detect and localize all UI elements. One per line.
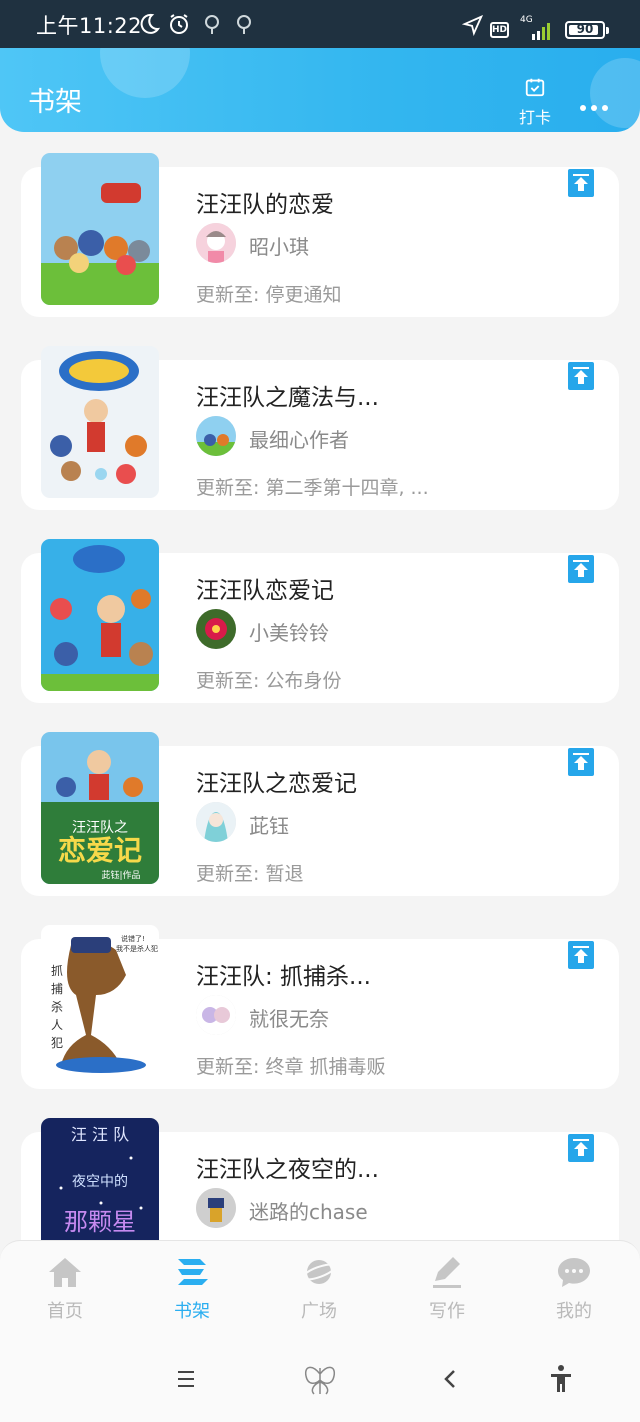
chat-bubble-icon: [558, 1258, 590, 1287]
cover-title: 恋爱记: [58, 834, 142, 867]
pin-top-icon: [573, 367, 589, 384]
planet-icon: [301, 1260, 337, 1284]
app-notification-icon: [237, 15, 251, 34]
svg-text:捕: 捕: [51, 981, 63, 996]
author-avatar: [196, 223, 236, 263]
pen-icon: [433, 1257, 461, 1288]
book-cover: [41, 539, 159, 691]
cover-caption: 说错了!: [121, 934, 145, 943]
system-nav-bar: [0, 1336, 640, 1422]
tab-me[interactable]: 我的: [529, 1255, 619, 1323]
pin-top-icon: [573, 560, 589, 577]
svg-text:人: 人: [51, 1018, 63, 1032]
more-menu-button[interactable]: [580, 96, 613, 115]
checkin-label: 打卡: [518, 108, 551, 127]
page-title: 书架: [28, 87, 82, 118]
book-cover: [41, 346, 159, 498]
author-name: 最细心作者: [249, 428, 349, 452]
author-name: 小美铃铃: [249, 621, 329, 645]
accessibility-icon[interactable]: [548, 1364, 574, 1392]
pin-to-top-button[interactable]: [568, 555, 594, 583]
checkin-button[interactable]: 打卡: [512, 76, 558, 128]
book-title: 汪汪队恋爱记: [196, 578, 334, 604]
battery-icon: 90: [565, 21, 609, 39]
book-title: 汪汪队的恋爱: [196, 192, 334, 218]
author-name: 茈钰: [249, 814, 289, 838]
latest-update: 更新至: 终章 抓捕毒贩: [196, 1056, 386, 1078]
tab-label: 我的: [556, 1301, 592, 1322]
status-time: 上午11:22: [36, 14, 143, 38]
bottom-nav: 首页 书架 广场 写作 我的: [0, 1240, 640, 1337]
tab-home[interactable]: 首页: [20, 1255, 110, 1323]
cover-title: 抓: [51, 964, 63, 978]
book-title: 汪汪队之恋爱记: [196, 771, 357, 797]
pin-to-top-button[interactable]: [568, 1134, 594, 1162]
author-name: 迷路的chase: [249, 1200, 368, 1224]
author-name: 昭小琪: [249, 235, 309, 259]
cover-title: 那颗星: [64, 1208, 136, 1236]
latest-update: 更新至: 停更通知: [196, 284, 342, 306]
book-title: 汪汪队之魔法与...: [196, 385, 379, 411]
author-name: 就很无奈: [249, 1007, 329, 1031]
svg-text:犯: 犯: [51, 1036, 63, 1050]
back-icon[interactable]: [440, 1368, 462, 1390]
alarm-icon: [170, 14, 188, 34]
book-card[interactable]: 汪汪队之魔法与... 最细心作者 更新至: 第二季第十四章, ...: [21, 346, 619, 510]
pin-to-top-button[interactable]: [568, 748, 594, 776]
pin-top-icon: [573, 174, 589, 191]
pin-to-top-button[interactable]: [568, 362, 594, 390]
bookshelf-icon: [178, 1259, 208, 1285]
tab-bookshelf[interactable]: 书架: [147, 1255, 237, 1323]
pin-to-top-button[interactable]: [568, 169, 594, 197]
calendar-check-icon: [525, 78, 545, 97]
status-bar: 上午11:22 HD 4G 90: [0, 0, 640, 48]
book-card[interactable]: 汪汪队之 恋爱记 茈钰|作品 汪汪队之恋爱记 茈钰 更新至: 暂退: [21, 732, 619, 896]
author-avatar: [196, 1188, 236, 1228]
latest-update: 更新至: 暂退: [196, 863, 304, 885]
cover-subtitle: 汪 汪 队: [71, 1125, 129, 1144]
signal-icon: [532, 23, 550, 40]
book-title: 汪汪队之夜空的...: [196, 1157, 379, 1183]
menu-icon[interactable]: [175, 1368, 197, 1390]
latest-update: 更新至: 第二季第十四章, ...: [196, 477, 429, 499]
tab-write[interactable]: 写作: [402, 1255, 492, 1323]
book-cover: 汪汪队之 恋爱记 茈钰|作品: [41, 732, 159, 884]
home-icon: [49, 1258, 81, 1287]
book-card[interactable]: 汪汪队恋爱记 小美铃铃 更新至: 公布身份: [21, 539, 619, 703]
pin-top-icon: [573, 946, 589, 963]
cover-caption: 夜空中的: [72, 1174, 128, 1190]
tab-label: 写作: [429, 1301, 465, 1322]
author-avatar: [196, 609, 236, 649]
battery-level: 90: [576, 22, 594, 36]
svg-text:我不是杀人犯: 我不是杀人犯: [116, 944, 158, 953]
pin-to-top-button[interactable]: [568, 941, 594, 969]
butterfly-home-icon[interactable]: [300, 1360, 340, 1400]
hd-icon: HD: [490, 22, 509, 38]
book-title: 汪汪队: 抓捕杀...: [196, 964, 371, 990]
app-notification-icon: [205, 15, 219, 34]
pin-top-icon: [573, 753, 589, 770]
book-card[interactable]: 抓 捕 杀 人 犯 说错了! 我不是杀人犯 汪汪队: 抓捕杀... 就很无奈 更…: [21, 925, 619, 1089]
cover-credit: 茈钰|作品: [101, 869, 140, 881]
author-avatar: [196, 416, 236, 456]
tab-label: 广场: [301, 1301, 337, 1322]
pin-top-icon: [573, 1139, 589, 1156]
svg-text:杀: 杀: [51, 999, 63, 1014]
author-avatar: [196, 995, 236, 1035]
more-dots-icon: [580, 105, 586, 111]
book-cover: [41, 153, 159, 305]
author-avatar: [196, 802, 236, 842]
location-arrow-icon: [462, 14, 484, 36]
moon-icon: [140, 13, 161, 34]
book-cover: 抓 捕 杀 人 犯 说错了! 我不是杀人犯: [41, 925, 159, 1077]
book-card[interactable]: 汪汪队的恋爱 昭小琪 更新至: 停更通知: [21, 153, 619, 317]
app-header: 书架 打卡: [0, 48, 640, 132]
latest-update: 更新至: 公布身份: [196, 670, 342, 692]
tab-label: 书架: [174, 1301, 210, 1322]
tab-plaza[interactable]: 广场: [274, 1255, 364, 1323]
tab-label: 首页: [47, 1301, 83, 1322]
